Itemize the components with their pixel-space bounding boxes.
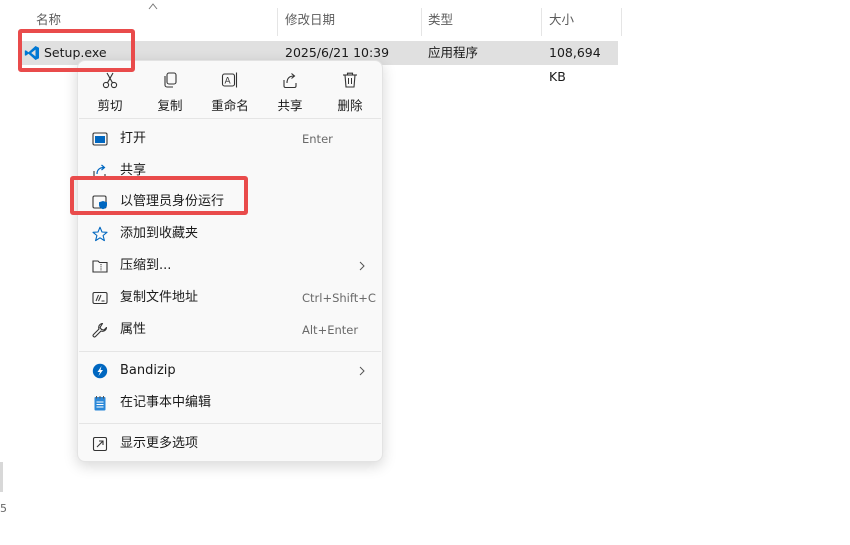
column-divider[interactable] [621, 8, 622, 36]
file-type: 应用程序 [428, 45, 479, 60]
notepad-icon [94, 396, 106, 411]
column-divider[interactable] [541, 8, 542, 36]
share-icon [283, 73, 297, 89]
menu-divider [79, 351, 381, 352]
column-size-header[interactable]: 大小 [549, 0, 574, 36]
menu-divider [79, 423, 381, 424]
copy-label: 复制 [157, 98, 183, 113]
menu-item-label: 打开 [120, 131, 147, 146]
menu-item-shortcut: Alt+Enter [302, 323, 359, 337]
copy-icon [164, 72, 177, 88]
chevron-right-icon [359, 261, 365, 271]
menu-item-label: 添加到收藏夹 [120, 226, 199, 241]
menu-item-add-favorites[interactable]: 添加到收藏夹 [82, 219, 378, 249]
menu-item-label: 复制文件地址 [120, 290, 199, 305]
context-menu: 剪切 复制 A 重命名 共享 删除 打开 Enter 共享 以管理员身份运行 添… [77, 60, 383, 462]
menu-item-shortcut: Enter [302, 132, 333, 146]
menu-item-label: 在记事本中编辑 [120, 395, 212, 410]
menu-item-label: 压缩到... [120, 258, 172, 273]
svg-text:A: A [225, 77, 232, 87]
trash-icon [343, 72, 357, 88]
menu-item-label: Bandizip [120, 363, 176, 378]
open-window-icon [92, 132, 108, 146]
column-type-header[interactable]: 类型 [428, 0, 453, 36]
menu-item-notepad-edit[interactable]: 在记事本中编辑 [82, 388, 378, 418]
wrench-icon [92, 322, 108, 338]
cut-button[interactable]: 剪切 [80, 67, 140, 119]
edge-scroll-mark [0, 462, 3, 492]
copy-path-icon [92, 291, 108, 305]
menu-item-open[interactable]: 打开 Enter [82, 124, 378, 154]
menu-item-compress[interactable]: 压缩到... [82, 251, 378, 281]
more-options-icon [92, 436, 108, 452]
copy-button[interactable]: 复制 [140, 67, 200, 119]
rename-label: 重命名 [211, 98, 249, 113]
delete-button[interactable]: 删除 [320, 67, 380, 119]
menu-item-label: 显示更多选项 [120, 436, 199, 451]
file-size: 108,694 KB [549, 45, 601, 84]
menu-item-bandizip[interactable]: Bandizip [82, 356, 378, 386]
cut-label: 剪切 [97, 98, 123, 113]
bandizip-icon [92, 363, 108, 379]
rename-icon: A [221, 72, 238, 88]
zip-folder-icon [92, 260, 108, 273]
chevron-right-icon [359, 366, 365, 376]
file-highlight-box [18, 29, 135, 72]
rename-button[interactable]: A 重命名 [200, 67, 260, 119]
menu-item-show-more-options[interactable]: 显示更多选项 [82, 429, 378, 459]
edge-glyph: 5 [0, 502, 7, 515]
menu-item-properties[interactable]: 属性 Alt+Enter [82, 315, 378, 345]
menu-item-copy-path[interactable]: 复制文件地址 Ctrl+Shift+C [82, 283, 378, 313]
menu-item-label: 属性 [120, 322, 147, 337]
share-button[interactable]: 共享 [260, 67, 320, 119]
menu-item-shortcut: Ctrl+Shift+C [302, 291, 376, 305]
sort-ascending-icon [148, 3, 158, 10]
column-divider[interactable] [421, 8, 422, 36]
delete-label: 删除 [337, 98, 363, 113]
scissors-icon [102, 72, 118, 89]
run-as-admin-highlight-box [70, 176, 248, 215]
menu-divider [79, 118, 381, 119]
column-modified-header[interactable]: 修改日期 [285, 0, 335, 36]
share-label: 共享 [277, 98, 303, 113]
star-icon [92, 226, 108, 242]
column-divider[interactable] [277, 8, 278, 36]
